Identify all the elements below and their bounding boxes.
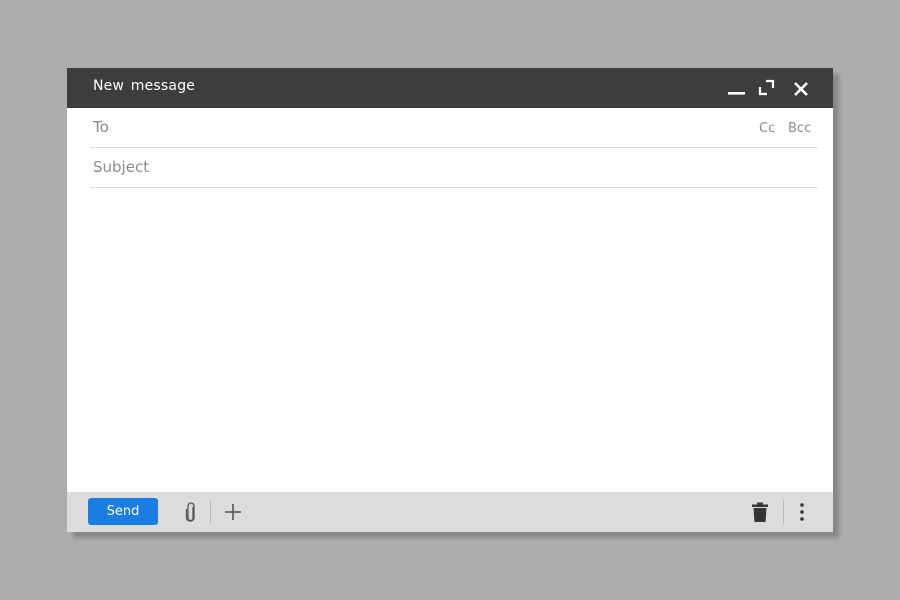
compose-toolbar: Send	[67, 492, 833, 532]
minimize-icon	[728, 92, 745, 95]
subject-input[interactable]	[90, 148, 818, 187]
close-button[interactable]	[790, 78, 812, 100]
more-options-button[interactable]	[796, 502, 808, 522]
expand-button[interactable]	[757, 78, 779, 100]
to-field[interactable]: To	[90, 108, 818, 148]
send-button[interactable]: Send	[88, 498, 158, 525]
trash-icon	[752, 502, 768, 522]
cc-link[interactable]: Cc	[759, 121, 775, 136]
discard-button[interactable]	[751, 502, 769, 522]
minimize-button[interactable]	[726, 78, 748, 100]
add-button[interactable]	[224, 503, 242, 521]
subject-field[interactable]: Subject	[90, 148, 818, 188]
paperclip-icon	[185, 502, 195, 522]
title-bar: New message	[67, 68, 833, 108]
expand-icon	[758, 79, 775, 96]
bcc-link[interactable]: Bcc	[788, 121, 811, 136]
window-title: New message	[93, 78, 196, 94]
toolbar-divider	[210, 500, 211, 524]
plus-icon	[225, 504, 241, 520]
more-vertical-icon	[800, 503, 804, 521]
attach-button[interactable]	[184, 502, 198, 524]
toolbar-divider	[783, 500, 784, 524]
to-input[interactable]	[90, 108, 818, 147]
close-icon	[794, 82, 808, 96]
compose-window: New message To Cc Bcc Subject Send	[67, 68, 833, 556]
